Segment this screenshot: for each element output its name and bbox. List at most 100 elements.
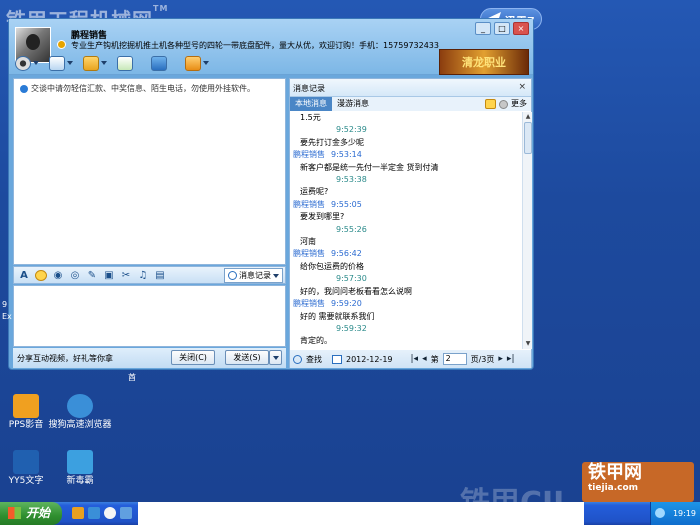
shake-icon[interactable]: ◎ xyxy=(69,270,81,281)
tab-local-messages[interactable]: 本地消息 xyxy=(290,97,332,111)
next-page-icon[interactable]: ▸ xyxy=(498,354,503,364)
message-time: 9:53:14 xyxy=(331,150,362,160)
webcam-icon xyxy=(15,55,31,71)
search-icon[interactable] xyxy=(293,354,302,364)
folder-icon xyxy=(83,55,99,71)
emoji-filter-icon[interactable] xyxy=(485,99,496,109)
taskbar-window-button[interactable] xyxy=(138,502,584,525)
last-page-icon[interactable]: ▸| xyxy=(507,354,515,364)
quicklaunch-ie-icon[interactable] xyxy=(104,507,116,519)
edit-icon[interactable]: ✎ xyxy=(86,270,98,281)
message-time: 9:55:26 xyxy=(336,224,367,234)
watermark-logo: 铁甲网 tiejia.com xyxy=(582,462,694,502)
message-time: 10:01:41 xyxy=(290,348,520,350)
emoji-icon[interactable] xyxy=(35,269,47,281)
history-close-icon[interactable]: × xyxy=(518,82,526,92)
duba-antivirus-icon xyxy=(67,450,93,474)
pps-player-icon xyxy=(13,394,39,418)
message-time: 9:52:39 xyxy=(336,125,367,135)
minimize-icon[interactable]: _ xyxy=(475,22,491,35)
sender-name[interactable]: 鹏程销售 xyxy=(293,299,325,308)
chevron-down-icon xyxy=(203,61,209,65)
yy5-icon xyxy=(13,450,39,474)
sender-name[interactable]: 鹏程销售 xyxy=(293,150,325,159)
message-time: 9:59:20 xyxy=(331,299,362,309)
history-scrollbar[interactable]: ▲ ▼ xyxy=(522,112,532,349)
prev-page-icon[interactable]: ◂ xyxy=(422,354,427,364)
chat-display-area[interactable]: 交谈中请勿轻信汇款、中奖信息、陌生电话，勿使用外挂软件。 xyxy=(13,78,286,265)
tray-network-icon[interactable] xyxy=(655,508,665,518)
message-body: 河南 xyxy=(300,237,316,247)
chevron-down-icon xyxy=(33,61,39,65)
message-history-pane: 消息记录 × 本地消息 漫游消息 更多 1.5元 9:52:39 要先打订金多少呢鹏… xyxy=(289,78,532,368)
document-icon xyxy=(117,55,133,71)
message-time: 9:59:32 xyxy=(336,323,367,333)
image-icon[interactable]: ▣ xyxy=(103,270,115,281)
history-sender-line: 鹏程销售 9:56:42 xyxy=(290,248,520,260)
windows-logo-icon xyxy=(8,507,21,519)
history-footer: 查找 2012-12-19 |◂ ◂ 第 2 页/3页 ▸ ▸| xyxy=(290,350,531,368)
start-button[interactable]: 开始 xyxy=(0,502,62,525)
message-body: 要发到哪里? xyxy=(300,212,345,222)
microphone-icon xyxy=(49,55,65,71)
close-icon[interactable]: × xyxy=(513,22,529,35)
message-body: 好的，我问问老板看看怎么说啊 xyxy=(300,286,412,296)
send-options-dropdown[interactable] xyxy=(269,350,282,365)
music-icon[interactable]: ♫ xyxy=(137,270,149,281)
history-sender-line: 鹏程销售 9:59:20 xyxy=(290,298,520,310)
message-time: 9:56:42 xyxy=(331,249,362,259)
scissors-icon[interactable]: ✂ xyxy=(120,270,132,281)
page-number-input[interactable]: 2 xyxy=(442,353,467,365)
search-link[interactable]: 查找 xyxy=(306,354,322,365)
sender-name[interactable]: 鹏程销售 xyxy=(293,249,325,258)
voice-call-button[interactable] xyxy=(49,54,79,72)
message-time: 9:57:30 xyxy=(336,274,367,284)
sogou-browser-icon xyxy=(67,394,93,418)
sender-name[interactable]: 鹏程销售 xyxy=(293,200,325,209)
history-date[interactable]: 2012-12-19 xyxy=(346,355,393,364)
desktop-icon-sogou-browser[interactable]: 搜狗高速浏览器 xyxy=(48,394,112,431)
font-icon[interactable]: A xyxy=(18,270,30,281)
contact-signature: 专业生产钩机挖掘机推土机各种型号的四轮一带底盘配件，量大从优，欢迎订购！手机：1… xyxy=(71,41,439,50)
desktop-icon-duba[interactable]: 新毒霸 xyxy=(48,450,112,487)
chevron-down-icon xyxy=(273,273,279,278)
app-box-icon xyxy=(185,55,201,71)
send-button[interactable]: 发送(S) xyxy=(225,350,269,365)
scroll-thumb[interactable] xyxy=(524,122,532,154)
more-tools-icon[interactable]: ▤ xyxy=(154,270,166,281)
message-history-button[interactable]: 消息记录 xyxy=(224,268,283,283)
info-icon xyxy=(20,84,28,93)
history-message-list[interactable]: 1.5元 9:52:39 要先打订金多少呢 鹏程销售 9:53:14 新客户都是统一先付一… xyxy=(290,112,520,349)
clock[interactable]: 19:19 xyxy=(673,509,696,518)
remote-desktop-button[interactable] xyxy=(151,54,181,72)
history-more-button[interactable]: 更多 xyxy=(485,97,527,111)
magic-face-icon[interactable]: ◉ xyxy=(52,270,64,281)
side-label-mid: Ex xyxy=(2,312,12,321)
create-discussion-button[interactable] xyxy=(117,54,147,72)
message-input[interactable] xyxy=(13,285,286,347)
quicklaunch-browser-icon[interactable] xyxy=(88,507,100,519)
side-label-top: 9 xyxy=(2,300,8,309)
maximize-icon[interactable]: □ xyxy=(494,22,510,35)
close-button[interactable]: 关闭(C) xyxy=(171,350,215,365)
settings-icon[interactable] xyxy=(499,99,508,109)
scroll-up-icon[interactable]: ▲ xyxy=(524,113,532,121)
chat-toolbar xyxy=(9,52,429,74)
chevron-down-icon xyxy=(67,61,73,65)
send-file-button[interactable] xyxy=(83,54,113,72)
promo-link[interactable]: 分享互动视频，好礼等你拿 xyxy=(17,353,113,364)
video-call-button[interactable] xyxy=(15,54,45,72)
scroll-down-icon[interactable]: ▼ xyxy=(524,340,532,348)
calendar-icon[interactable] xyxy=(332,354,342,364)
first-page-icon[interactable]: |◂ xyxy=(411,354,419,364)
clock-icon xyxy=(228,271,237,280)
apps-button[interactable] xyxy=(185,54,215,72)
tab-roaming-messages[interactable]: 漫游消息 xyxy=(332,97,374,111)
quicklaunch-icon[interactable] xyxy=(72,507,84,519)
side-label-under-window: 酋 xyxy=(128,373,136,382)
page-prefix: 第 xyxy=(430,354,439,364)
history-title: 消息记录 xyxy=(293,84,325,93)
chat-window: 鹏程销售 专业生产钩机挖掘机推土机各种型号的四轮一带底盘配件，量大从优，欢迎订购… xyxy=(8,18,534,370)
quicklaunch-show-desktop-icon[interactable] xyxy=(120,507,132,519)
ad-banner[interactable]: 清龙职业 xyxy=(439,49,529,75)
